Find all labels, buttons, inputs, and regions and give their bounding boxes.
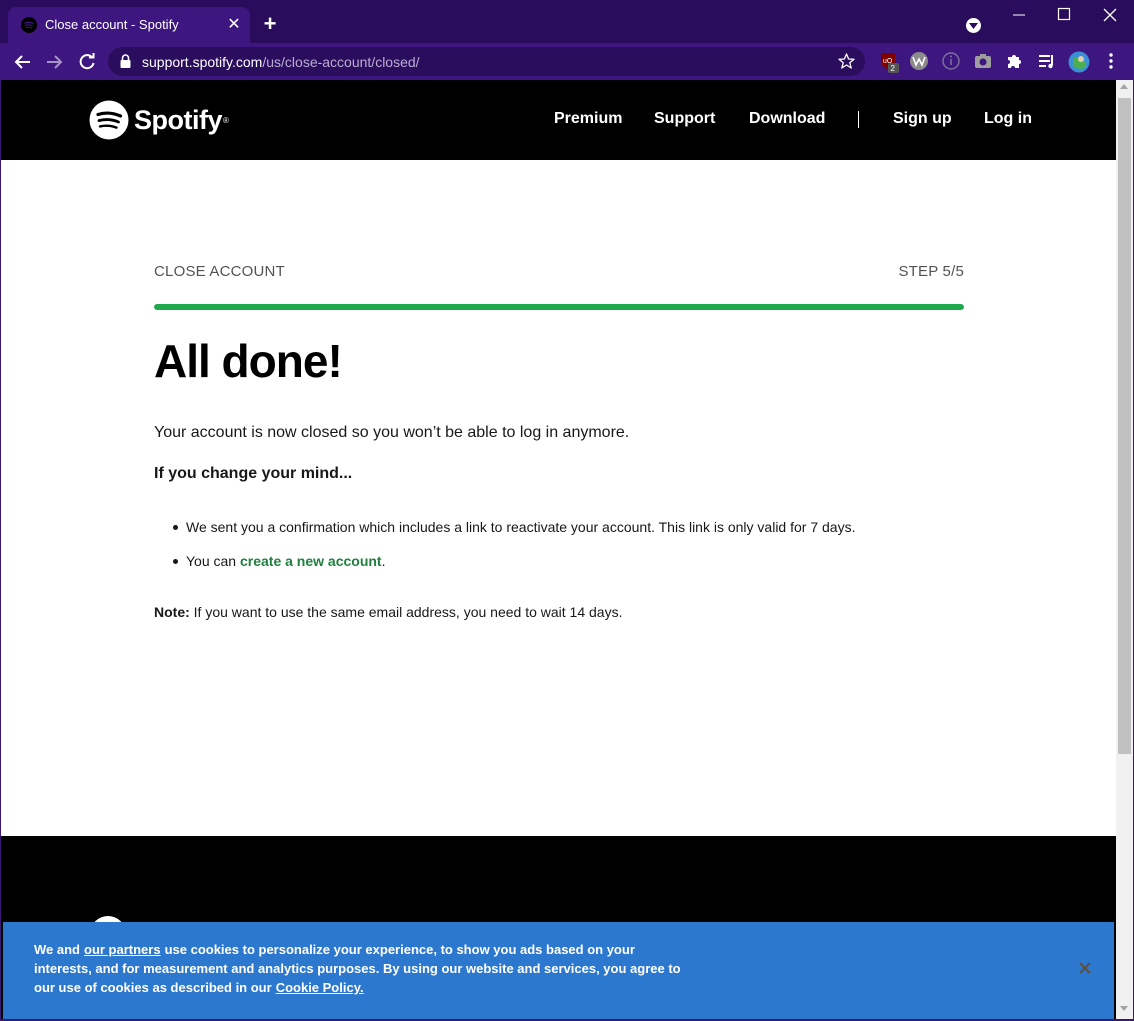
note-label: Note:: [154, 604, 190, 620]
window-maximize-icon[interactable]: [1057, 7, 1071, 21]
cookie-banner: We and our partners use cookies to persona…: [3, 922, 1114, 1019]
svg-text:2: 2: [891, 64, 896, 73]
browser-tabstrip: Close account - Spotify ✕ +: [0, 0, 1134, 43]
scroll-up-icon[interactable]: [1120, 84, 1128, 89]
url-text[interactable]: support.spotify.com/us/close-account/clo…: [142, 54, 420, 70]
lock-icon: [120, 54, 131, 68]
change-mind-heading: If you change your mind...: [154, 465, 353, 482]
nav-divider: [858, 111, 859, 128]
info-extension-icon[interactable]: [941, 51, 961, 71]
spotify-favicon-icon: [21, 17, 37, 33]
site-header: Spotify ® Premium Support Download Sign …: [1, 80, 1116, 160]
cookie-policy-link[interactable]: Cookie Policy.: [276, 980, 364, 995]
scroll-thumb[interactable]: [1118, 98, 1131, 754]
bookmark-star-icon[interactable]: [838, 53, 855, 70]
spotify-logo-icon: [89, 100, 129, 140]
spotify-logo[interactable]: Spotify ®: [89, 100, 229, 140]
ublock-extension-icon[interactable]: uO 2: [879, 51, 899, 73]
nav-log-in[interactable]: Log in: [984, 110, 1032, 128]
progress-bar: [154, 304, 964, 310]
scroll-down-icon[interactable]: [1120, 1006, 1128, 1011]
logo-registered-mark: ®: [223, 115, 229, 125]
partners-link[interactable]: our partners: [84, 942, 161, 957]
step-count: STEP 5/5: [898, 263, 964, 280]
nav-premium[interactable]: Premium: [554, 110, 622, 128]
list-item-text: You can create a new account.: [186, 553, 386, 569]
page-scrollbar[interactable]: [1116, 80, 1133, 1019]
nav-sign-up[interactable]: Sign up: [893, 110, 952, 128]
media-queue-icon[interactable]: [1037, 51, 1057, 71]
close-icon[interactable]: [1077, 960, 1093, 976]
progress-fill: [154, 304, 964, 310]
reload-icon[interactable]: [76, 51, 98, 73]
bullet-dot: [173, 559, 178, 564]
step-title: CLOSE ACCOUNT: [154, 263, 285, 280]
nav-download[interactable]: Download: [749, 110, 825, 128]
note-text: Note: If you want to use the same email …: [154, 604, 623, 620]
page-title: All done!: [154, 335, 343, 387]
browser-toolbar: support.spotify.com/us/close-account/clo…: [0, 43, 1134, 80]
list-item-text: We sent you a confirmation which include…: [186, 519, 856, 535]
create-account-link[interactable]: create a new account: [240, 553, 382, 569]
forward-icon[interactable]: [44, 51, 66, 73]
cookie-text: We and our partners use cookies to persona…: [34, 942, 681, 995]
page-viewport: Spotify ® Premium Support Download Sign …: [1, 80, 1116, 1019]
back-icon[interactable]: [11, 51, 33, 73]
window-minimize-icon[interactable]: [1011, 5, 1027, 25]
tab-title: Close account - Spotify: [45, 17, 179, 32]
extensions-puzzle-icon[interactable]: [1005, 51, 1025, 71]
address-bar[interactable]: support.spotify.com/us/close-account/clo…: [108, 47, 865, 76]
camera-extension-icon[interactable]: [973, 51, 993, 71]
logo-wordmark: Spotify: [134, 104, 223, 135]
profile-avatar-icon[interactable]: [1068, 51, 1090, 73]
window-close-icon[interactable]: [1101, 5, 1119, 25]
w-extension-icon[interactable]: [909, 51, 929, 71]
new-tab-icon[interactable]: +: [260, 13, 280, 35]
bullet-dot: [173, 525, 178, 530]
tab-search-icon[interactable]: [966, 18, 981, 33]
browser-menu-icon[interactable]: [1103, 51, 1123, 71]
tab-close-icon[interactable]: ✕: [225, 16, 243, 34]
nav-support[interactable]: Support: [654, 110, 715, 128]
closed-message: Your account is now closed so you won’t …: [154, 424, 630, 441]
browser-tab[interactable]: Close account - Spotify ✕: [8, 7, 250, 43]
